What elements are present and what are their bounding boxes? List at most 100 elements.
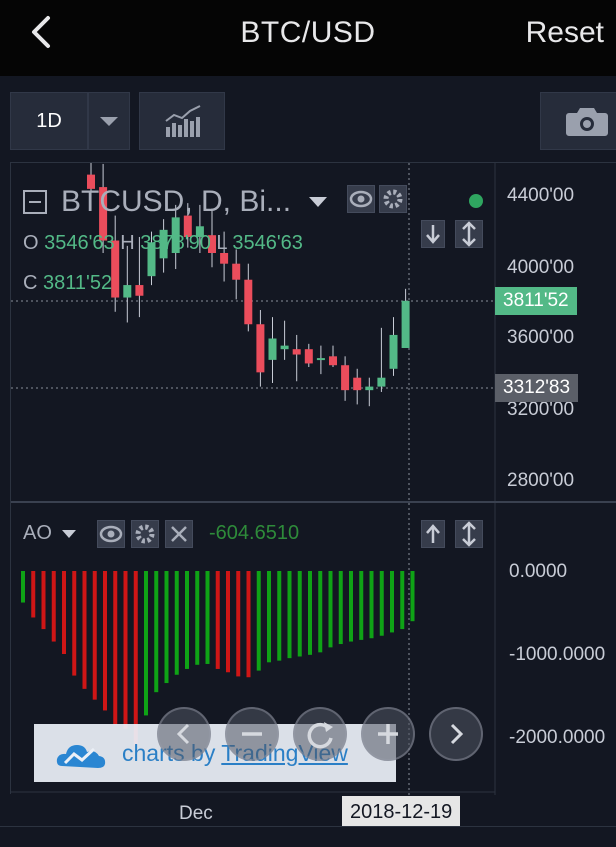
ao-bar	[174, 571, 179, 675]
chevron-right-icon	[450, 723, 464, 745]
ao-bar	[92, 571, 97, 700]
interval-dropdown-button[interactable]	[88, 92, 130, 150]
chevron-down-icon[interactable]	[61, 528, 77, 540]
minus-icon	[242, 732, 262, 736]
candle-body	[256, 324, 265, 373]
refresh-icon	[307, 722, 333, 749]
close-label: C	[23, 272, 38, 294]
ao-bar	[338, 571, 343, 645]
zoom-out-button[interactable]	[225, 707, 279, 761]
candle-body	[123, 285, 132, 298]
ao-bar	[246, 571, 251, 678]
interval-button[interactable]: 1D	[10, 92, 88, 150]
ao-bar	[205, 571, 210, 664]
gear-icon	[383, 189, 403, 209]
ao-bar	[82, 571, 87, 689]
eye-icon	[349, 190, 373, 208]
legend-ohl-row: O 3546'63 H 3878'90 L 3546'63	[23, 232, 303, 255]
scale-down-button[interactable]	[421, 220, 445, 248]
high-label: H	[120, 232, 135, 254]
ao-bar	[144, 571, 148, 716]
legend-close-row: C 3811'52	[23, 272, 112, 295]
chevron-left-icon	[176, 723, 190, 745]
indicator-settings-button[interactable]	[131, 520, 159, 548]
low-label: L	[216, 232, 227, 254]
reset-zoom-button[interactable]	[293, 707, 347, 761]
ao-bar	[318, 571, 323, 653]
indicator-visibility-button[interactable]	[97, 520, 125, 548]
candle-body	[353, 377, 362, 391]
candle-body	[268, 338, 277, 360]
zoom-in-button[interactable]	[361, 707, 415, 761]
crosshair-date-tag: 2018-12-19	[342, 796, 461, 828]
bottom-bar	[0, 826, 616, 847]
scroll-right-button[interactable]	[429, 707, 483, 761]
indicator-value: -604.6510	[209, 522, 300, 544]
cloud-logo-icon	[56, 745, 106, 768]
settings-button[interactable]	[379, 185, 407, 213]
fit-vertical-icon	[462, 221, 476, 247]
candle-body	[341, 365, 350, 391]
chevron-down-icon	[100, 117, 118, 126]
ao-bar	[133, 571, 138, 746]
ao-bar	[72, 571, 77, 676]
time-tick: Dec	[179, 803, 213, 824]
chevron-down-icon[interactable]	[307, 195, 329, 209]
ao-bar	[287, 571, 292, 659]
camera-icon	[566, 108, 608, 136]
price-tick: 3600'00	[507, 327, 575, 348]
arrow-down-icon	[426, 225, 440, 244]
price-tick: 3200'00	[507, 399, 575, 420]
high-value: 3878'90	[140, 232, 211, 254]
low-value: 3546'63	[232, 232, 303, 254]
ao-bar	[51, 571, 56, 642]
reset-button[interactable]: Reset	[526, 16, 604, 50]
indicator-remove-button[interactable]	[165, 520, 193, 548]
ao-bar	[328, 571, 333, 648]
indicator-name[interactable]: AO	[23, 522, 52, 545]
ao-bar	[31, 571, 36, 618]
arrow-up-icon	[426, 524, 440, 543]
ao-bar	[410, 571, 415, 622]
ao-bar	[21, 571, 25, 603]
candle-body	[316, 358, 325, 361]
snapshot-button[interactable]	[540, 92, 616, 150]
candle-body	[280, 345, 289, 350]
ao-bar	[256, 571, 261, 671]
indicator-scale-up-button[interactable]	[421, 520, 445, 548]
last-price-tag: 3811'52	[495, 287, 577, 315]
ao-bar	[154, 571, 159, 693]
candle-body	[232, 263, 241, 280]
indicator-scale-fit-button[interactable]	[455, 520, 483, 548]
ao-bar	[236, 571, 241, 677]
crosshair-price-tag: 3312'83	[495, 374, 579, 402]
fit-vertical-icon	[462, 521, 476, 547]
status-dot-icon	[469, 194, 483, 208]
visibility-button[interactable]	[347, 185, 375, 213]
ao-bar	[369, 571, 374, 639]
indicators-icon	[165, 105, 201, 137]
price-tick: 2800'00	[507, 470, 575, 491]
ao-bar	[349, 571, 353, 642]
scale-fit-button[interactable]	[455, 220, 483, 248]
scroll-left-button[interactable]	[157, 707, 211, 761]
ao-bar	[400, 571, 405, 630]
ao-bar	[297, 571, 302, 657]
ao-bar	[390, 571, 394, 633]
indicators-button[interactable]	[139, 92, 225, 150]
ao-bar	[41, 571, 46, 630]
ao-bar	[164, 571, 169, 684]
legend-symbol[interactable]: BTCUSD, D, Bi...	[61, 185, 291, 219]
chart-area[interactable]: BTCUSD, D, Bi... O 3546'63 H 3878'90 L 3…	[10, 162, 616, 824]
plus-icon	[378, 724, 398, 744]
candle-body	[135, 285, 144, 296]
gear-icon	[135, 524, 155, 544]
collapse-legend-icon[interactable]	[23, 190, 47, 214]
eye-icon	[99, 525, 123, 543]
candle-body	[244, 279, 253, 325]
price-tick: 4400'00	[507, 185, 575, 206]
candle-body	[329, 356, 337, 366]
close-value: 3811'52	[43, 272, 113, 294]
ao-bar	[195, 571, 200, 665]
ao-tick: -2000.0000	[509, 727, 606, 748]
